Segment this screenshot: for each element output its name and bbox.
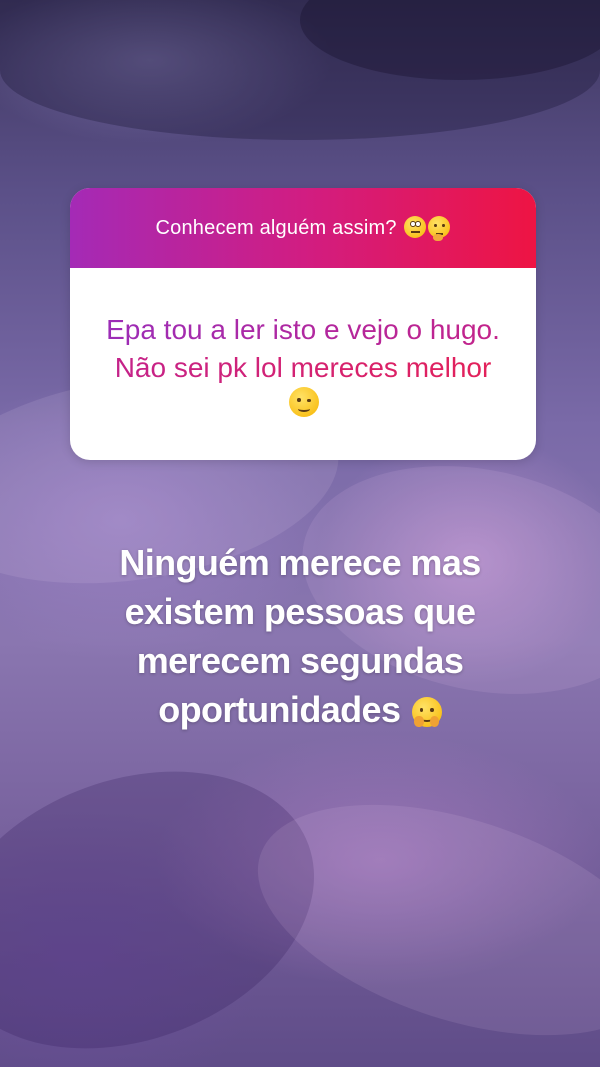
- question-prompt: Conhecem alguém assim?: [155, 216, 451, 241]
- question-prompt-text: Conhecem alguém assim?: [155, 217, 397, 239]
- answer-area: Epa tou a ler isto e vejo o hugo. Não se…: [70, 268, 536, 460]
- background-shadow: [0, 0, 600, 140]
- question-header: Conhecem alguém assim?: [70, 188, 536, 268]
- answer: Epa tou a ler isto e vejo o hugo. Não se…: [98, 311, 508, 417]
- winking-face-icon: [289, 387, 319, 417]
- hugging-face-icon: [411, 697, 442, 727]
- question-sticker[interactable]: Conhecem alguém assim? Epa tou a ler ist…: [70, 188, 536, 460]
- story-caption: Ninguém merece mas existem pessoas que m…: [60, 538, 540, 734]
- blanket-shadow: [0, 722, 354, 1067]
- thinking-face-icon: [428, 216, 451, 241]
- face-with-rolling-eyes-icon: [404, 216, 427, 238]
- story-canvas: Conhecem alguém assim? Epa tou a ler ist…: [0, 0, 600, 1067]
- background-shadow: [300, 0, 600, 80]
- blanket-highlight: [229, 760, 600, 1067]
- answer-text: Epa tou a ler isto e vejo o hugo. Não se…: [106, 314, 500, 383]
